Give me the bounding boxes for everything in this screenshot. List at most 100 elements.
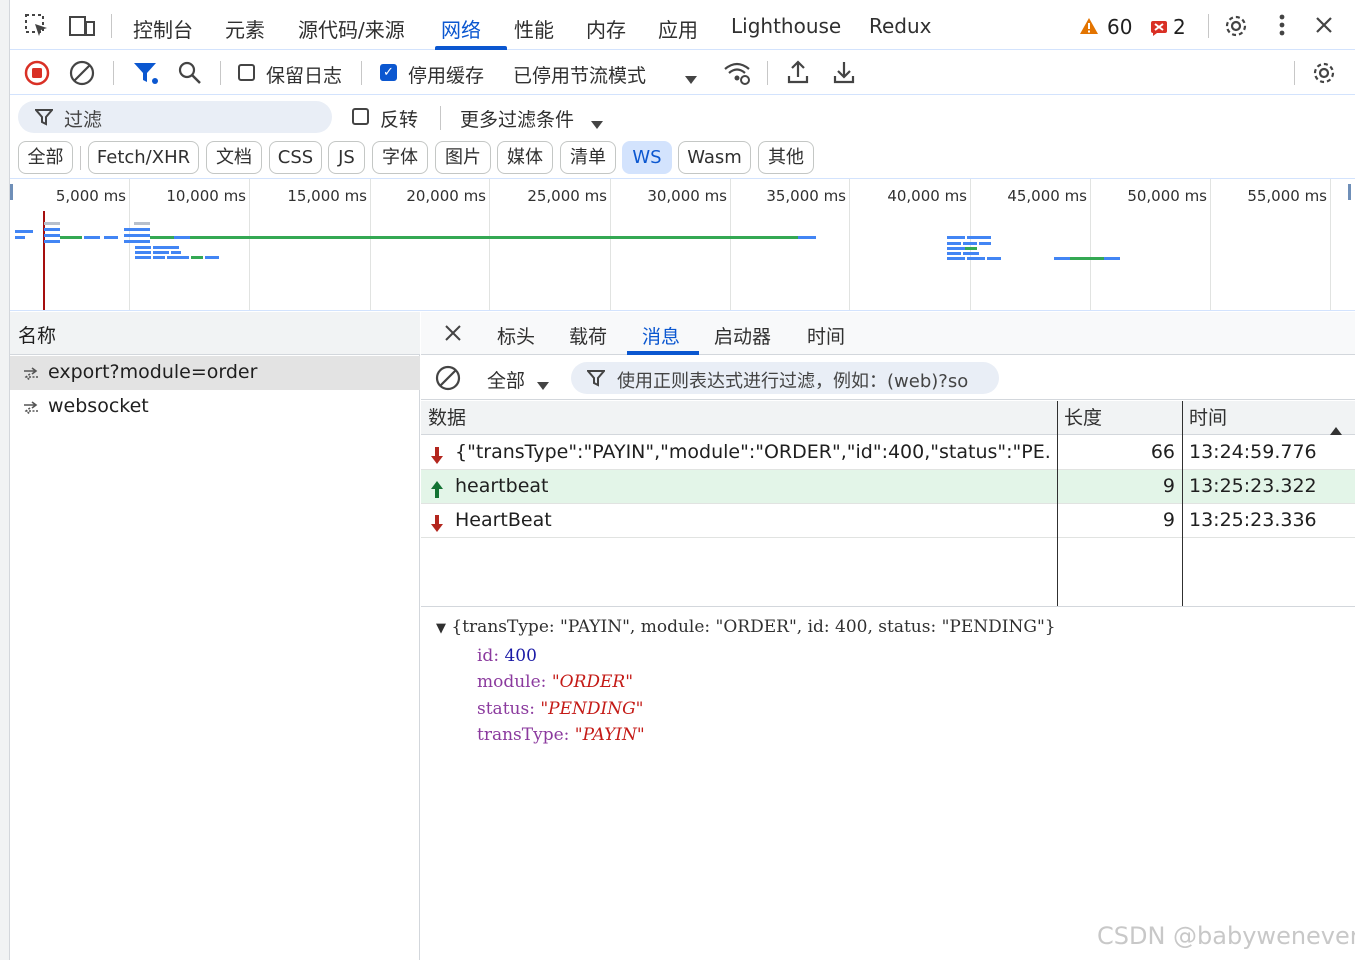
clear-icon[interactable] [69, 60, 95, 91]
tab-redux[interactable]: Redux [869, 14, 932, 38]
network-settings-gear-icon[interactable] [1311, 60, 1337, 91]
tree-summary: {transType: "PAYIN", module: "ORDER", id… [451, 617, 1056, 637]
invert-checkbox[interactable] [352, 108, 369, 125]
throttling-dropdown-icon[interactable] [684, 68, 698, 90]
disable-cache-checkbox[interactable]: ✓ [380, 64, 397, 81]
type-filter-doc[interactable]: 文档 [206, 141, 262, 174]
tab-lighthouse[interactable]: Lighthouse [731, 14, 841, 38]
invert-label[interactable]: 反转 [380, 105, 418, 132]
request-row[interactable]: export?module=order [10, 356, 420, 390]
overview-tick: 35,000 ms [766, 187, 846, 205]
error-icon[interactable] [1150, 19, 1168, 41]
tab-messages[interactable]: 消息 [642, 322, 680, 349]
type-filter-manifest[interactable]: 清单 [560, 141, 616, 174]
import-har-icon[interactable] [786, 59, 810, 90]
column-divider[interactable] [1057, 401, 1058, 606]
tab-timing[interactable]: 时间 [807, 322, 845, 349]
preserve-log-label[interactable]: 保留日志 [266, 61, 342, 88]
tree-property[interactable]: id: 400 [436, 643, 1056, 670]
warning-icon[interactable] [1079, 17, 1099, 40]
type-filter-css[interactable]: CSS [269, 141, 322, 174]
length-column-header[interactable]: 长度 [1057, 401, 1182, 435]
type-filter-js[interactable]: JS [328, 141, 365, 174]
type-filter-img[interactable]: 图片 [435, 141, 491, 174]
overview-right-handle[interactable] [1348, 184, 1351, 200]
network-conditions-icon[interactable] [723, 60, 751, 91]
filter-input[interactable]: 过滤 [18, 101, 332, 133]
name-column-header[interactable]: 名称 [18, 321, 56, 348]
overview-load-marker [43, 211, 45, 310]
main-tab-bar: 控制台 元素 源代码/来源 网络 性能 内存 应用 Lighthouse Red… [10, 0, 1355, 50]
close-devtools-icon[interactable] [1314, 15, 1334, 40]
tab-console[interactable]: 控制台 [133, 14, 193, 43]
tree-property[interactable]: module: "ORDER" [436, 669, 1056, 696]
more-filters-button[interactable]: 更多过滤条件 [460, 105, 574, 132]
tab-initiator[interactable]: 启动器 [714, 322, 771, 349]
network-overview[interactable]: 5,000 ms 10,000 ms 15,000 ms 20,000 ms 2… [10, 178, 1355, 311]
property-key: status: [477, 698, 535, 719]
overview-left-handle[interactable] [10, 184, 13, 200]
request-name[interactable]: websocket [48, 395, 149, 417]
filter-icon[interactable] [132, 61, 160, 90]
overview-tick: 15,000 ms [287, 187, 367, 205]
type-filter-font[interactable]: 字体 [372, 141, 428, 174]
tab-headers[interactable]: 标头 [497, 322, 535, 349]
tree-property[interactable]: status: "PENDING" [436, 696, 1056, 723]
type-filter-wasm[interactable]: Wasm [678, 141, 751, 174]
overview-tick: 10,000 ms [166, 187, 246, 205]
type-filter-fetch-xhr[interactable]: Fetch/XHR [88, 141, 199, 174]
overview-tick: 5,000 ms [55, 187, 126, 205]
type-filter-other[interactable]: 其他 [758, 141, 814, 174]
throttling-select[interactable]: 已停用节流模式 [513, 61, 646, 88]
type-filter-ws[interactable]: WS [622, 141, 672, 174]
export-har-icon[interactable] [832, 59, 856, 90]
filter-funnel-icon [33, 108, 55, 131]
more-filters-dropdown-icon[interactable] [590, 113, 604, 135]
column-divider[interactable] [1182, 401, 1183, 606]
more-options-icon[interactable] [1278, 12, 1286, 43]
time-column-header[interactable]: 时间 [1182, 401, 1355, 435]
tab-sources[interactable]: 源代码/来源 [298, 14, 405, 43]
detail-tab-bar: 标头 载荷 消息 启动器 时间 [421, 312, 1355, 355]
error-count[interactable]: 2 [1173, 15, 1186, 39]
tab-application[interactable]: 应用 [658, 14, 698, 43]
tab-performance[interactable]: 性能 [514, 14, 554, 43]
search-icon[interactable] [177, 60, 203, 91]
tab-elements[interactable]: 元素 [225, 14, 265, 43]
type-filter-media[interactable]: 媒体 [497, 141, 553, 174]
clear-messages-icon[interactable] [435, 365, 461, 396]
overview-tick: 30,000 ms [647, 187, 727, 205]
expand-triangle-icon[interactable]: ▼ [436, 621, 446, 636]
property-key: id: [477, 645, 500, 666]
websocket-icon [22, 399, 40, 421]
message-regex-filter-input[interactable]: 使用正则表达式进行过滤，例如：(web)?so [571, 362, 999, 394]
device-toolbar-icon[interactable] [68, 14, 96, 43]
inspect-element-icon[interactable] [24, 13, 50, 44]
messages-table: 数据 长度 时间 {"transType":"PAYIN","module":"… [421, 401, 1355, 607]
stop-recording-icon[interactable] [24, 60, 50, 91]
settings-gear-icon[interactable] [1223, 13, 1249, 44]
tree-property[interactable]: transType: "PAYIN" [436, 722, 1056, 749]
message-row[interactable]: {"transType":"PAYIN","module":"ORDER","i… [421, 436, 1355, 470]
tab-memory[interactable]: 内存 [586, 14, 626, 43]
message-time: 13:25:23.336 [1189, 509, 1317, 531]
request-row[interactable]: websocket [10, 390, 420, 424]
close-detail-icon[interactable] [444, 324, 462, 347]
message-type-dropdown-icon[interactable] [536, 374, 550, 396]
message-row[interactable]: HeartBeat 9 13:25:23.336 [421, 504, 1355, 538]
property-value: "PENDING" [540, 698, 644, 719]
data-column-header[interactable]: 数据 [421, 401, 1057, 435]
tab-network[interactable]: 网络 [441, 14, 481, 43]
overview-tick: 50,000 ms [1127, 187, 1207, 205]
message-row[interactable]: heartbeat 9 13:25:23.322 [421, 470, 1355, 504]
message-time: 13:25:23.322 [1189, 475, 1317, 497]
type-filter-all[interactable]: 全部 [18, 141, 73, 174]
request-name[interactable]: export?module=order [48, 361, 257, 383]
request-list-header[interactable]: 名称 [10, 312, 420, 355]
message-type-select[interactable]: 全部 [487, 366, 525, 393]
warning-count[interactable]: 60 [1107, 15, 1132, 39]
preserve-log-checkbox[interactable] [238, 64, 255, 81]
tree-root[interactable]: ▼ {transType: "PAYIN", module: "ORDER", … [436, 614, 1056, 643]
disable-cache-label[interactable]: 停用缓存 [408, 61, 484, 88]
tab-payload[interactable]: 载荷 [569, 322, 607, 349]
